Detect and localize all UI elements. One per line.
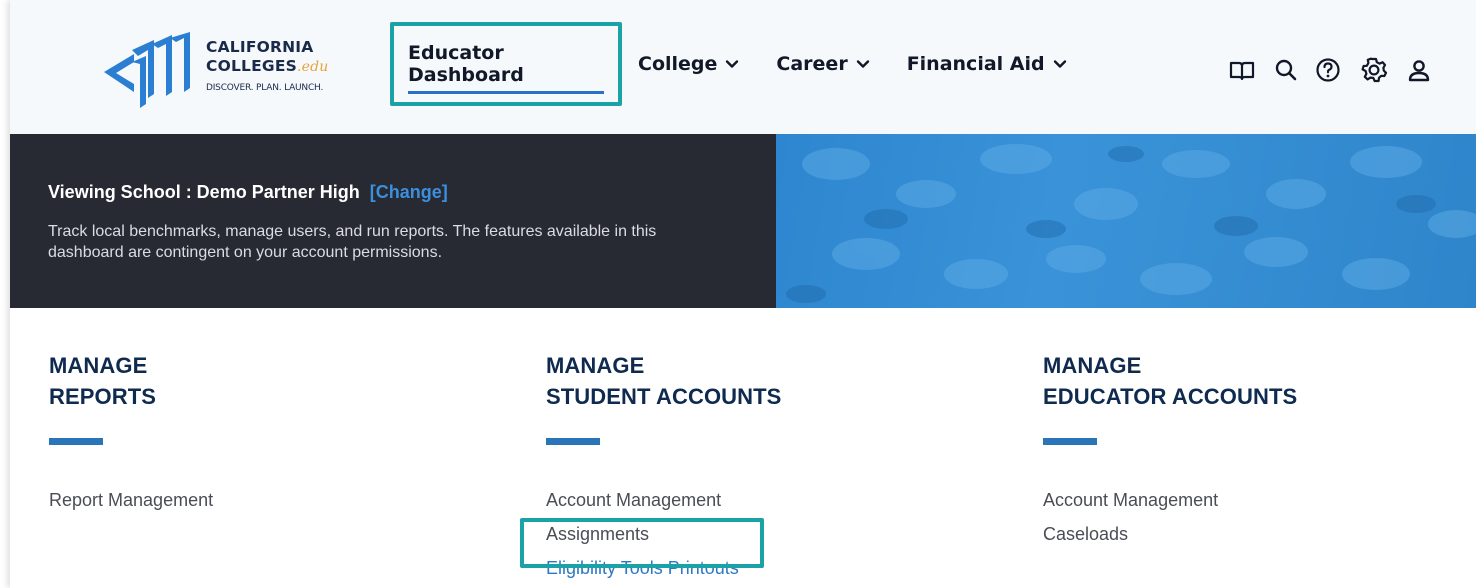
logo-tagline: DISCOVER. PLAN. LAUNCH. (206, 83, 324, 93)
change-school-link[interactable]: [Change] (370, 182, 448, 202)
manage-reports-heading-line2: REPORTS (49, 384, 157, 409)
nav-educator-dashboard-label: Educator Dashboard (408, 42, 604, 94)
nav-financial-aid-label: Financial Aid (906, 53, 1045, 75)
graduates-photo-pattern (786, 144, 1476, 303)
nav-college[interactable]: College (638, 53, 740, 75)
caseloads-link[interactable]: Caseloads (1043, 517, 1463, 551)
nav-educator-dashboard[interactable]: Educator Dashboard (390, 22, 622, 106)
eligibility-highlight-box (520, 518, 764, 568)
chevron-down-icon (856, 60, 869, 68)
help-icon[interactable] (1314, 54, 1342, 86)
hero-info-panel: Viewing School : Demo Partner High [Chang… (10, 134, 776, 308)
manage-educators-links: Account Management Caseloads (1043, 483, 1463, 551)
manage-students-heading-line1: MANAGE (546, 353, 645, 378)
hero-description: Track local benchmarks, manage users, an… (48, 223, 657, 261)
nav-college-label: College (638, 53, 718, 75)
logo-line2-text: COLLEGES (206, 57, 297, 75)
viewing-school-label: Viewing School : Demo Partner High (48, 182, 360, 202)
gear-icon[interactable] (1360, 54, 1388, 86)
manage-reports-links: Report Management (49, 483, 469, 517)
viewing-school-title: Viewing School : Demo Partner High [Chang… (48, 182, 448, 203)
california-colleges-logo[interactable]: CALIFORNIA COLLEGES.edu DISCOVER. PLAN. … (102, 32, 362, 110)
manage-educator-accounts-section: MANAGE EDUCATOR ACCOUNTS Account Managem… (1043, 350, 1463, 551)
logo-line1: CALIFORNIA (206, 38, 314, 56)
section-accent-bar (1043, 438, 1097, 445)
report-management-link[interactable]: Report Management (49, 483, 469, 517)
main-nav: Educator Dashboard College Career Financ… (390, 22, 1068, 106)
manage-educators-heading-line1: MANAGE (1043, 353, 1142, 378)
chevron-down-icon (726, 60, 739, 68)
manage-students-heading-line2: STUDENT ACCOUNTS (546, 384, 782, 409)
app-window: CALIFORNIA COLLEGES.edu DISCOVER. PLAN. … (10, 0, 1476, 588)
nav-career-label: Career (776, 53, 848, 75)
section-accent-bar (546, 438, 600, 445)
chevron-down-icon (1053, 60, 1066, 68)
top-navigation-bar: CALIFORNIA COLLEGES.edu DISCOVER. PLAN. … (10, 0, 1476, 134)
section-accent-bar (49, 438, 103, 445)
student-account-management-link[interactable]: Account Management (546, 483, 966, 517)
hero-graduation-image (776, 134, 1476, 308)
manage-reports-section: MANAGE REPORTS Report Management (49, 350, 469, 517)
user-icon[interactable] (1405, 54, 1433, 86)
manage-educators-heading-line2: EDUCATOR ACCOUNTS (1043, 384, 1298, 409)
nav-financial-aid[interactable]: Financial Aid (907, 53, 1068, 75)
logo-mark-icon (104, 32, 190, 108)
manage-reports-heading-line1: MANAGE (49, 353, 148, 378)
search-icon[interactable] (1272, 54, 1300, 86)
logo-edu: .edu (296, 59, 329, 75)
logo-wordmark: CALIFORNIA COLLEGES.edu DISCOVER. PLAN. … (206, 38, 328, 93)
book-icon[interactable] (1228, 54, 1256, 86)
logo-line2: COLLEGES.edu (206, 57, 328, 77)
nav-career[interactable]: Career (776, 53, 870, 75)
educator-account-management-link[interactable]: Account Management (1043, 483, 1463, 517)
